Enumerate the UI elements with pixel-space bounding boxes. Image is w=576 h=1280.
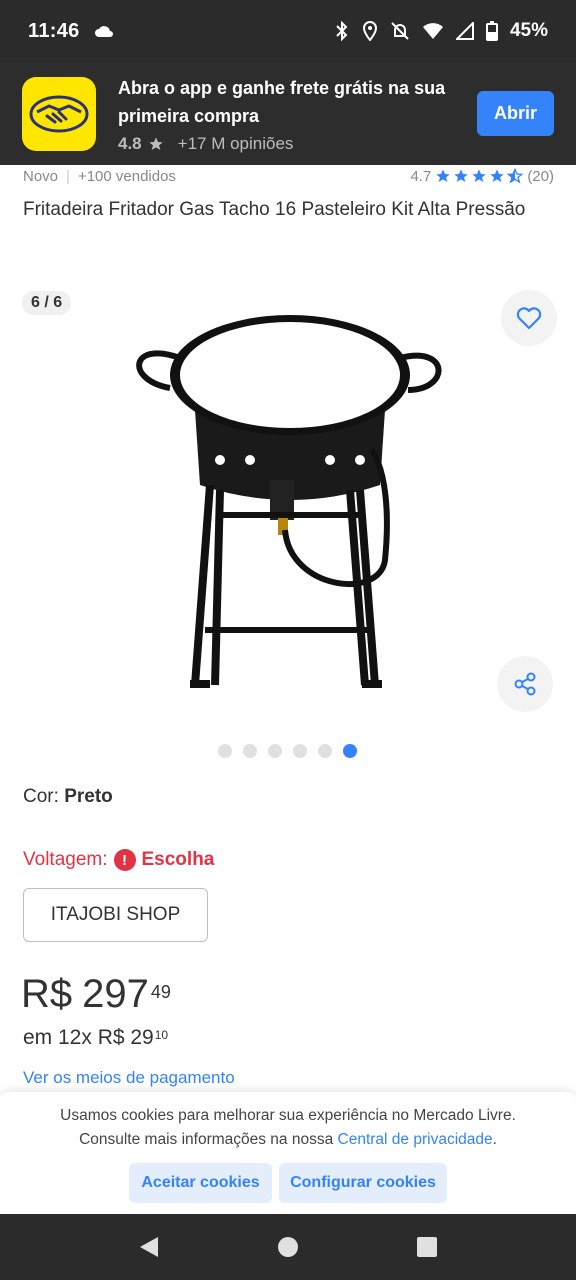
heart-icon [516, 307, 542, 330]
product-title: Fritadeira Fritador Gas Tacho 16 Pastele… [23, 199, 526, 220]
price-integer: 297 [82, 972, 149, 1016]
cookie-banner: Usamos cookies para melhorar sua experiê… [0, 1092, 576, 1214]
star-half-icon [507, 168, 524, 184]
exclamation-icon: ! [113, 849, 136, 871]
back-icon[interactable] [138, 1235, 160, 1259]
gallery-dot[interactable] [293, 744, 307, 758]
signal-icon [455, 22, 474, 40]
app-install-banner: Abra o app e ganhe frete grátis na sua p… [0, 62, 576, 165]
rating-value: 4.7 [410, 167, 432, 185]
star-icon [148, 136, 163, 150]
favorite-button[interactable] [501, 290, 557, 346]
color-variation: Cor: Preto [23, 786, 113, 808]
price: R$ 297 49 [21, 972, 171, 1017]
reviews-count: (20) [527, 167, 554, 185]
payment-methods-link[interactable]: Ver os meios de pagamento [23, 1068, 235, 1088]
gallery-dot[interactable] [268, 744, 282, 758]
system-nav-bar [0, 1214, 576, 1280]
banner-rating: 4.8 +17 M opiniões [118, 134, 463, 154]
product-sold-count: +100 vendidos [77, 167, 176, 185]
installments-text: em 12x R$ 29 [23, 1026, 154, 1049]
privacy-center-link[interactable]: Central de privacidade [338, 1131, 493, 1148]
status-bar: 11:46 45% [0, 0, 576, 62]
product-image[interactable] [110, 300, 470, 700]
battery-percentage: 45% [509, 20, 548, 41]
voltage-variation: Voltagem: ! Escolha [23, 849, 214, 871]
image-counter: 6 / 6 [22, 291, 72, 315]
star-icon [472, 169, 486, 182]
product-meta-row: Novo | +100 vendidos 4.7 (20) [23, 165, 554, 187]
bluetooth-icon [336, 21, 348, 41]
star-icon [490, 169, 504, 182]
product-condition: Novo [23, 167, 59, 185]
cookie-text-line1: Usamos cookies para melhorar sua experiê… [60, 1107, 516, 1124]
recents-icon[interactable] [416, 1236, 438, 1258]
accept-cookies-button[interactable]: Aceitar cookies [129, 1163, 272, 1203]
price-cents: 49 [150, 982, 171, 1002]
gallery-dot[interactable] [243, 744, 257, 758]
share-button[interactable] [497, 656, 553, 712]
open-app-button[interactable]: Abrir [477, 91, 554, 136]
gallery-dot-active[interactable] [343, 744, 357, 758]
status-time: 11:46 [28, 19, 80, 42]
voltage-label: Voltagem: [23, 849, 108, 870]
installments: em 12x R$ 29 10 [23, 1026, 168, 1050]
home-icon[interactable] [277, 1236, 299, 1258]
cookie-text: Usamos cookies para melhorar sua experiê… [0, 1104, 576, 1152]
gallery-dot[interactable] [218, 744, 232, 758]
voltage-choose: ! Escolha [113, 849, 215, 871]
color-value: Preto [64, 786, 113, 807]
separator: | [66, 167, 70, 185]
banner-title: Abra o app e ganhe frete grátis na sua p… [118, 77, 446, 126]
rating-summary[interactable]: 4.7 (20) [410, 168, 554, 185]
installments-cents: 10 [154, 1028, 169, 1042]
app-rating-value: 4.8 [118, 133, 142, 153]
battery-icon [485, 21, 498, 41]
mute-icon [391, 22, 409, 40]
cloud-notification-icon [94, 26, 113, 37]
mercado-livre-logo [22, 76, 96, 151]
star-icon [454, 169, 468, 182]
voltage-choose-text: Escolha [141, 849, 215, 870]
variation-option-button[interactable]: ITAJOBI SHOP [23, 888, 208, 942]
wifi-icon [422, 23, 443, 39]
location-icon [362, 21, 377, 41]
price-currency: R$ [21, 972, 73, 1016]
gallery-pagination[interactable] [218, 744, 357, 758]
configure-cookies-button[interactable]: Configurar cookies [279, 1163, 447, 1203]
rating-stars [435, 168, 524, 184]
gallery-dot[interactable] [318, 744, 332, 758]
color-label: Cor: [23, 786, 65, 807]
handshake-icon [29, 95, 89, 132]
cookie-text-line2: Consulte mais informações na nossa Centr… [0, 1128, 576, 1152]
cookie-text-prefix: Consulte mais informações na nossa [79, 1131, 338, 1148]
share-icon [514, 672, 536, 696]
cookie-text-suffix: . [492, 1131, 497, 1148]
app-reviews-count: +17 M opiniões [177, 133, 294, 153]
star-icon [436, 169, 450, 182]
